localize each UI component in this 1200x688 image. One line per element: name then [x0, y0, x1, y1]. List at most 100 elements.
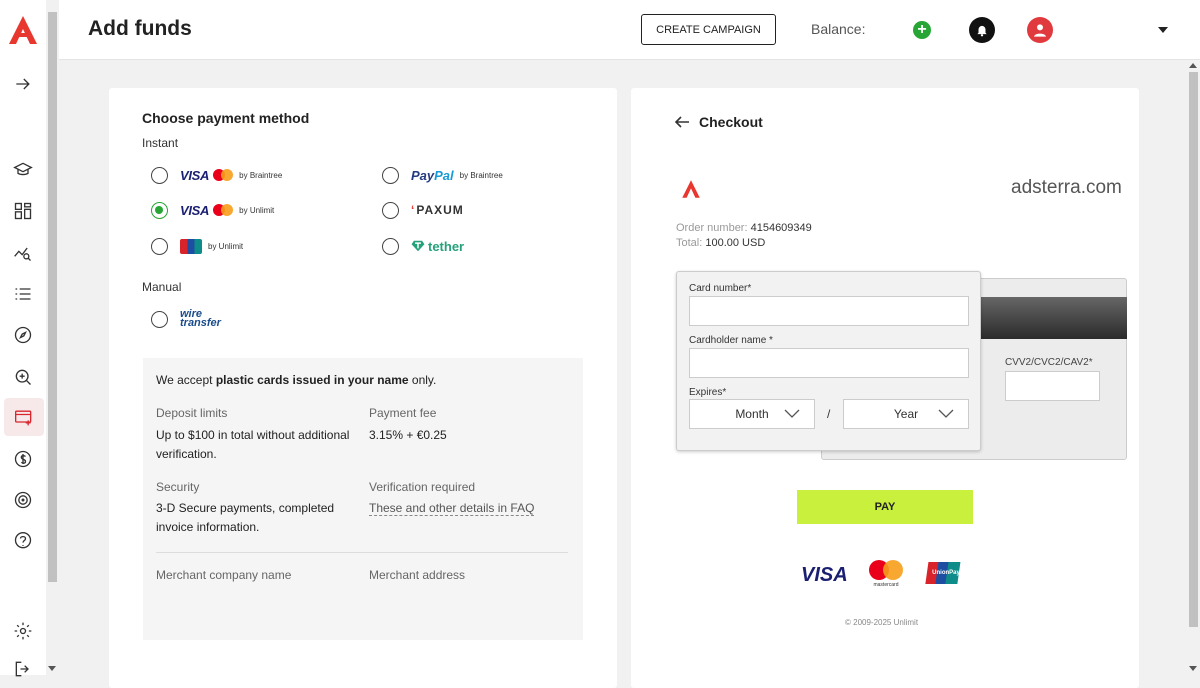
balance-label: Balance: [811, 21, 866, 37]
wire-logo-line2: transfer [180, 317, 221, 329]
accept-notice-pre: We accept [156, 373, 216, 387]
visa-logo: VISA [180, 202, 210, 218]
cardholder-label: Cardholder name * [689, 335, 773, 346]
mastercard-logo-icon [213, 169, 234, 181]
year-select[interactable]: Year [843, 399, 969, 429]
sidebar-scrollbar-thumb[interactable] [48, 12, 57, 582]
dashboard-icon[interactable] [10, 198, 36, 224]
statistics-icon[interactable] [10, 240, 36, 266]
option-wire-transfer[interactable]: wire transfer [151, 307, 221, 331]
sidebar-scrollbar[interactable] [46, 0, 59, 675]
notifications-bell-icon[interactable] [969, 17, 995, 43]
deposit-limits-label: Deposit limits [156, 406, 228, 420]
month-select[interactable]: Month [689, 399, 815, 429]
option-visa-braintree[interactable]: VISA by Braintree [151, 163, 282, 187]
merchant-logo [682, 180, 700, 198]
scroll-down-icon[interactable] [1189, 666, 1197, 671]
order-number: Order number: 4154609349 [676, 222, 812, 234]
verification-label: Verification required [369, 480, 476, 494]
campaigns-list-icon[interactable] [10, 281, 36, 307]
paxum-mark-icon: ʻ [411, 203, 415, 217]
visa-logo: VISA [180, 167, 210, 183]
payment-fee-value: 3.15% + €0.25 [369, 428, 447, 442]
accept-notice: We accept plastic cards issued in your n… [156, 373, 436, 387]
wire-transfer-logo: wire transfer [180, 309, 221, 329]
adsterra-logo[interactable] [7, 14, 39, 46]
merchant-company-label: Merchant company name [156, 568, 292, 582]
copyright-text: © 2009-2025 Unlimit [845, 618, 919, 627]
order-total-label: Total: [676, 237, 703, 249]
security-label: Security [156, 480, 200, 494]
logout-icon[interactable] [10, 656, 36, 682]
faq-link-wrapper: These and other details in FAQ [369, 499, 535, 518]
provider-label: by Braintree [239, 170, 283, 180]
paypal-logo-part1: Pay [411, 167, 435, 183]
radio-visa-unlimit[interactable] [151, 201, 168, 219]
option-unionpay-unlimit[interactable]: by Unlimit [151, 234, 243, 258]
account-dropdown-chevron-icon[interactable] [1158, 27, 1168, 33]
deposit-limits-value: Up to $100 in total without additional v… [156, 428, 350, 461]
merchant-domain: adsterra.com [1011, 177, 1122, 198]
card-network-logos: VISA mastercard UnionPay [801, 560, 960, 588]
add-balance-icon[interactable]: + [913, 21, 931, 39]
faq-link[interactable]: These and other details in FAQ [369, 501, 535, 516]
pay-button[interactable]: PAY [797, 490, 973, 524]
accept-notice-bold: plastic cards issued in your name [215, 373, 409, 387]
radio-unionpay-unlimit[interactable] [151, 237, 168, 255]
payment-method-panel: Choose payment method Instant VISA by Br… [109, 88, 617, 688]
sidebar-scroll-down-icon[interactable] [48, 666, 56, 671]
option-paypal-braintree[interactable]: PayPal by Braintree [382, 163, 503, 187]
provider-label: by Unlimit [208, 241, 244, 251]
radio-tether[interactable] [382, 237, 399, 255]
expand-arrow-icon[interactable] [10, 71, 36, 97]
info-divider [156, 552, 568, 553]
user-avatar-icon[interactable] [1027, 17, 1053, 43]
merchant-address-label: Merchant address [369, 568, 466, 582]
radio-wire-transfer[interactable] [151, 310, 168, 328]
radio-paxum[interactable] [382, 201, 399, 219]
option-visa-unlimit[interactable]: VISA by Unlimit [151, 198, 274, 222]
option-paxum[interactable]: ʻ PAXUM [382, 198, 464, 222]
chevron-down-icon [784, 409, 800, 418]
settings-icon[interactable] [10, 618, 36, 644]
card-number-input[interactable] [689, 296, 969, 326]
create-campaign-button[interactable]: CREATE CAMPAIGN [641, 14, 776, 45]
unionpay-footer-logo: UnionPay [925, 562, 960, 584]
option-tether[interactable]: tether [382, 234, 464, 258]
explore-icon[interactable] [10, 322, 36, 348]
help-icon[interactable] [10, 528, 36, 554]
payment-method-title: Choose payment method [142, 110, 310, 126]
tether-logo: tether [428, 238, 465, 254]
top-header: Add funds CREATE CAMPAIGN Balance: + [59, 0, 1200, 60]
search-analytics-icon[interactable] [10, 364, 36, 390]
radio-visa-braintree[interactable] [151, 166, 168, 184]
page-title: Add funds [88, 17, 192, 40]
card-front: Card number* Cardholder name * Expires* … [676, 271, 981, 451]
order-total-value: 100.00 USD [705, 237, 766, 249]
mastercard-logo-icon [213, 204, 234, 216]
finance-icon[interactable] [10, 446, 36, 472]
instant-section-label: Instant [142, 136, 179, 150]
paypal-logo: PayPal [411, 168, 454, 183]
page-scrollbar-thumb[interactable] [1189, 72, 1198, 627]
targeting-icon[interactable] [10, 487, 36, 513]
accept-notice-post: only. [408, 373, 437, 387]
back-arrow-icon[interactable] [674, 114, 690, 130]
cvv-input[interactable] [1005, 371, 1100, 401]
cardholder-input[interactable] [689, 348, 969, 378]
paypal-logo-part2: Pal [434, 167, 454, 183]
page-scrollbar[interactable] [1187, 60, 1200, 675]
paxum-logo: PAXUM [416, 203, 464, 217]
expiry-separator: / [827, 407, 831, 421]
add-funds-icon[interactable] [4, 398, 44, 436]
tether-logo-icon [411, 240, 425, 252]
academy-icon[interactable] [10, 157, 36, 183]
radio-paypal-braintree[interactable] [382, 166, 399, 184]
payment-info-box: We accept plastic cards issued in your n… [143, 358, 583, 640]
cvv-label: CVV2/CVC2/CAV2* [1005, 357, 1093, 368]
order-total: Total: 100.00 USD [676, 237, 765, 249]
year-select-value: Year [893, 407, 919, 421]
scroll-up-icon[interactable] [1189, 63, 1197, 68]
unionpay-logo-icon [180, 238, 202, 254]
month-select-value: Month [735, 407, 769, 421]
